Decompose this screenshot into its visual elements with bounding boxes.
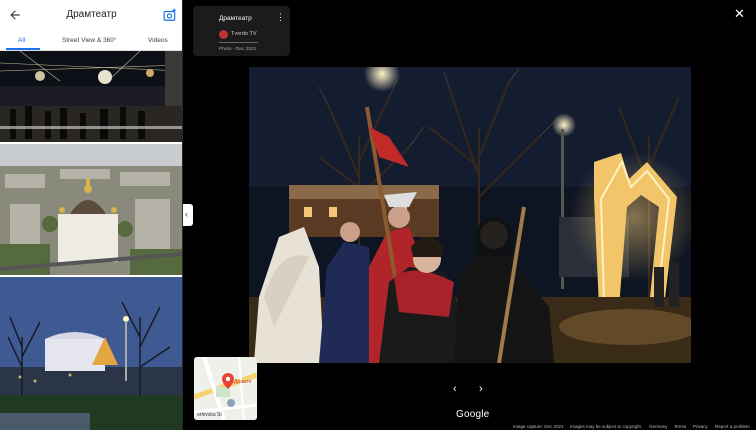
add-photo-icon[interactable]	[163, 8, 177, 22]
collapse-chevron-icon: ‹	[185, 209, 188, 219]
capture-date: Image capture: Dec 2021	[513, 424, 564, 429]
chevron-left-icon[interactable]: ‹	[453, 383, 457, 395]
report-problem-link[interactable]: Report a problem	[715, 424, 750, 429]
panel-header: Драмтеатр	[0, 0, 183, 30]
copyright-notice: Images may be subject to copyright.	[570, 424, 643, 429]
close-icon[interactable]: ✕	[734, 6, 745, 22]
more-vert-icon[interactable]: ⋮	[276, 12, 285, 23]
minimap-place-label: Драмте	[234, 379, 252, 385]
photo-thumbnail[interactable]	[0, 277, 182, 430]
main-photo[interactable]	[249, 67, 691, 363]
google-logo: Google	[456, 409, 490, 420]
tab-videos[interactable]: Videos	[148, 37, 168, 44]
photo-date: Photo - Dec 2021	[219, 47, 257, 52]
photo-list-panel: Драмтеатр All Street View & 360° Videos	[0, 0, 183, 430]
active-tab-indicator	[6, 48, 40, 50]
tab-street-view[interactable]: Street View & 360°	[62, 37, 117, 44]
author-divider	[219, 42, 258, 43]
place-title[interactable]: Драмтеатр	[219, 15, 252, 22]
terms-link[interactable]: Terms	[674, 424, 686, 429]
page-title: Драмтеатр	[66, 9, 117, 20]
collapse-panel-button[interactable]: ‹	[183, 204, 193, 226]
location-minimap[interactable]: Драмте orhivska St	[194, 357, 257, 420]
chevron-right-icon[interactable]: ›	[479, 383, 483, 395]
map-pin-icon	[222, 373, 234, 389]
tab-all[interactable]: All	[18, 37, 25, 44]
photo-thumbnail[interactable]	[0, 144, 182, 275]
back-arrow-icon[interactable]	[8, 8, 22, 22]
minimap-street-label: orhivska St	[197, 412, 222, 418]
author-avatar[interactable]	[219, 30, 228, 39]
photo-tabs: All Street View & 360° Videos	[0, 30, 183, 51]
privacy-link[interactable]: Privacy	[693, 424, 708, 429]
author-name[interactable]: Tverdo TV	[231, 31, 257, 37]
country-link[interactable]: Germany	[649, 424, 668, 429]
photo-thumbnail[interactable]	[0, 51, 182, 142]
footer-bar: Image capture: Dec 2021 Images may be su…	[500, 424, 756, 430]
